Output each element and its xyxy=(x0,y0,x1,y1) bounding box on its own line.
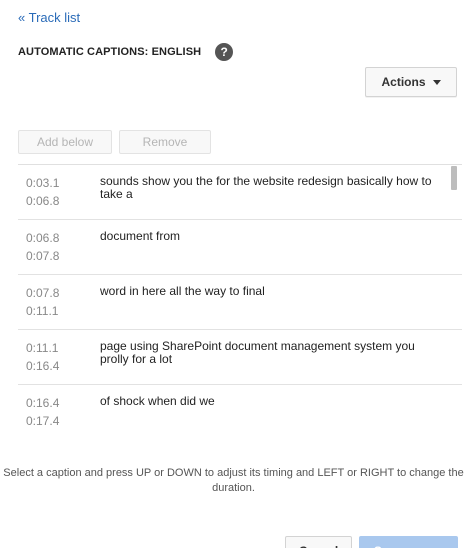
caption-times: 0:07.8 0:11.1 xyxy=(18,275,100,329)
caption-end-time: 0:11.1 xyxy=(26,304,59,318)
caption-row[interactable]: 0:16.4 0:17.4 of shock when did we xyxy=(18,385,462,438)
caption-text: sounds show you the for the website rede… xyxy=(100,174,432,201)
actions-button[interactable]: Actions xyxy=(365,67,457,97)
caption-end-time: 0:06.8 xyxy=(26,194,60,208)
caption-times: 0:11.1 0:16.4 xyxy=(18,330,100,384)
timing-hint: Select a caption and press UP or DOWN to… xyxy=(3,467,464,494)
caret-down-icon xyxy=(432,79,441,85)
caption-end-time: 0:17.4 xyxy=(26,414,60,428)
caption-row[interactable]: 0:03.1 0:06.8 sounds show you the for th… xyxy=(18,165,462,220)
caption-list-scrollbar[interactable] xyxy=(451,166,457,190)
caption-row[interactable]: 0:11.1 0:16.4 page using SharePoint docu… xyxy=(18,330,462,385)
caption-start-time: 0:03.1 xyxy=(26,176,60,190)
caption-text: of shock when did we xyxy=(100,394,215,408)
add-below-button[interactable]: Add below xyxy=(18,130,112,154)
save-a-copy-button[interactable]: Save a copy xyxy=(359,536,458,548)
caption-times: 0:06.8 0:07.8 xyxy=(18,220,100,274)
remove-button[interactable]: Remove xyxy=(119,130,211,154)
caption-times: 0:03.1 0:06.8 xyxy=(18,165,100,219)
caption-text: word in here all the way to final xyxy=(100,284,265,298)
caption-start-time: 0:16.4 xyxy=(26,396,60,410)
caption-text: document from xyxy=(100,229,181,243)
back-to-track-list-link[interactable]: « Track list xyxy=(18,10,80,25)
track-header: AUTOMATIC CAPTIONS: ENGLISH ? xyxy=(18,43,234,61)
caption-text: page using SharePoint document managemen… xyxy=(100,339,415,366)
track-title: AUTOMATIC CAPTIONS: ENGLISH xyxy=(18,46,202,58)
caption-times: 0:16.4 0:17.4 xyxy=(18,385,100,438)
caption-start-time: 0:06.8 xyxy=(26,231,60,245)
cancel-button[interactable]: Cancel xyxy=(285,536,352,548)
caption-end-time: 0:07.8 xyxy=(26,249,60,263)
actions-button-label: Actions xyxy=(381,75,426,89)
caption-row[interactable]: 0:06.8 0:07.8 document from xyxy=(18,220,462,275)
help-icon[interactable]: ? xyxy=(215,43,234,61)
caption-start-time: 0:11.1 xyxy=(26,341,59,355)
caption-end-time: 0:16.4 xyxy=(26,359,60,373)
caption-start-time: 0:07.8 xyxy=(26,286,60,300)
caption-row[interactable]: 0:07.8 0:11.1 word in here all the way t… xyxy=(18,275,462,330)
caption-list: 0:03.1 0:06.8 sounds show you the for th… xyxy=(18,164,462,438)
